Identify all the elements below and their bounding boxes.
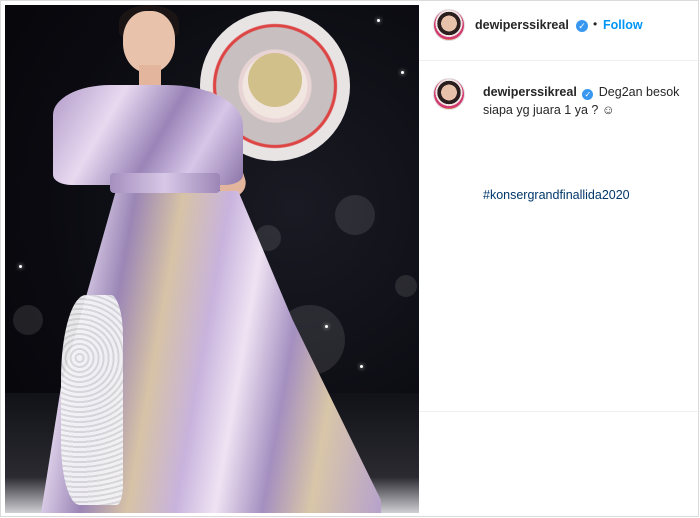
verified-badge-icon: ✓ [582,89,594,100]
username-link[interactable]: dewiperssikreal [475,18,569,32]
model-figure [35,5,395,513]
instagram-post-frame: dewiperssikreal ✓ • Follow dewiperssikre… [0,0,700,517]
profile-avatar[interactable] [433,9,465,41]
comment-avatar[interactable] [433,78,465,110]
hashtag-link[interactable]: #konsergrandfinallida2020 [483,188,630,202]
sparkle [401,71,404,74]
caption-username-link[interactable]: dewiperssikreal [483,85,577,99]
sparkle [19,265,22,268]
verified-badge-icon: ✓ [576,20,588,32]
caption: dewiperssikreal ✓ Deg2an besok siapa yg … [483,83,688,119]
separator-dot: • [593,17,598,31]
gown-lace-panel [61,295,123,505]
post-photo[interactable] [5,5,419,513]
follow-button[interactable]: Follow [603,18,643,32]
head [123,11,175,73]
gown-waistband [110,173,220,193]
bokeh-light [395,275,417,297]
gown-bodice [53,85,243,185]
post-header: dewiperssikreal ✓ • Follow [419,1,700,61]
divider [419,411,700,412]
